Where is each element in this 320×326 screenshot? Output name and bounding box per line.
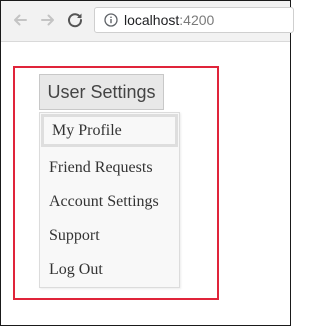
dropdown-menu: My Profile Friend Requests Account Setti… <box>39 112 180 288</box>
browser-toolbar: localhost:4200 <box>1 1 294 42</box>
menu-item-account-settings[interactable]: Account Settings <box>40 185 179 219</box>
user-settings-dropdown-button[interactable]: User Settings <box>39 74 164 110</box>
url-text: localhost:4200 <box>124 12 214 28</box>
arrow-left-icon[interactable] <box>10 10 30 30</box>
arrow-right-icon[interactable] <box>38 10 58 30</box>
menu-item-friend-requests[interactable]: Friend Requests <box>40 151 179 185</box>
address-bar[interactable]: localhost:4200 <box>94 7 294 33</box>
menu-item-log-out[interactable]: Log Out <box>40 253 179 287</box>
menu-item-my-profile[interactable]: My Profile <box>41 114 178 147</box>
reload-icon[interactable] <box>65 10 85 30</box>
info-icon[interactable] <box>104 13 118 27</box>
url-host: localhost <box>124 12 180 28</box>
url-port: :4200 <box>179 12 215 28</box>
menu-item-support[interactable]: Support <box>40 219 179 253</box>
